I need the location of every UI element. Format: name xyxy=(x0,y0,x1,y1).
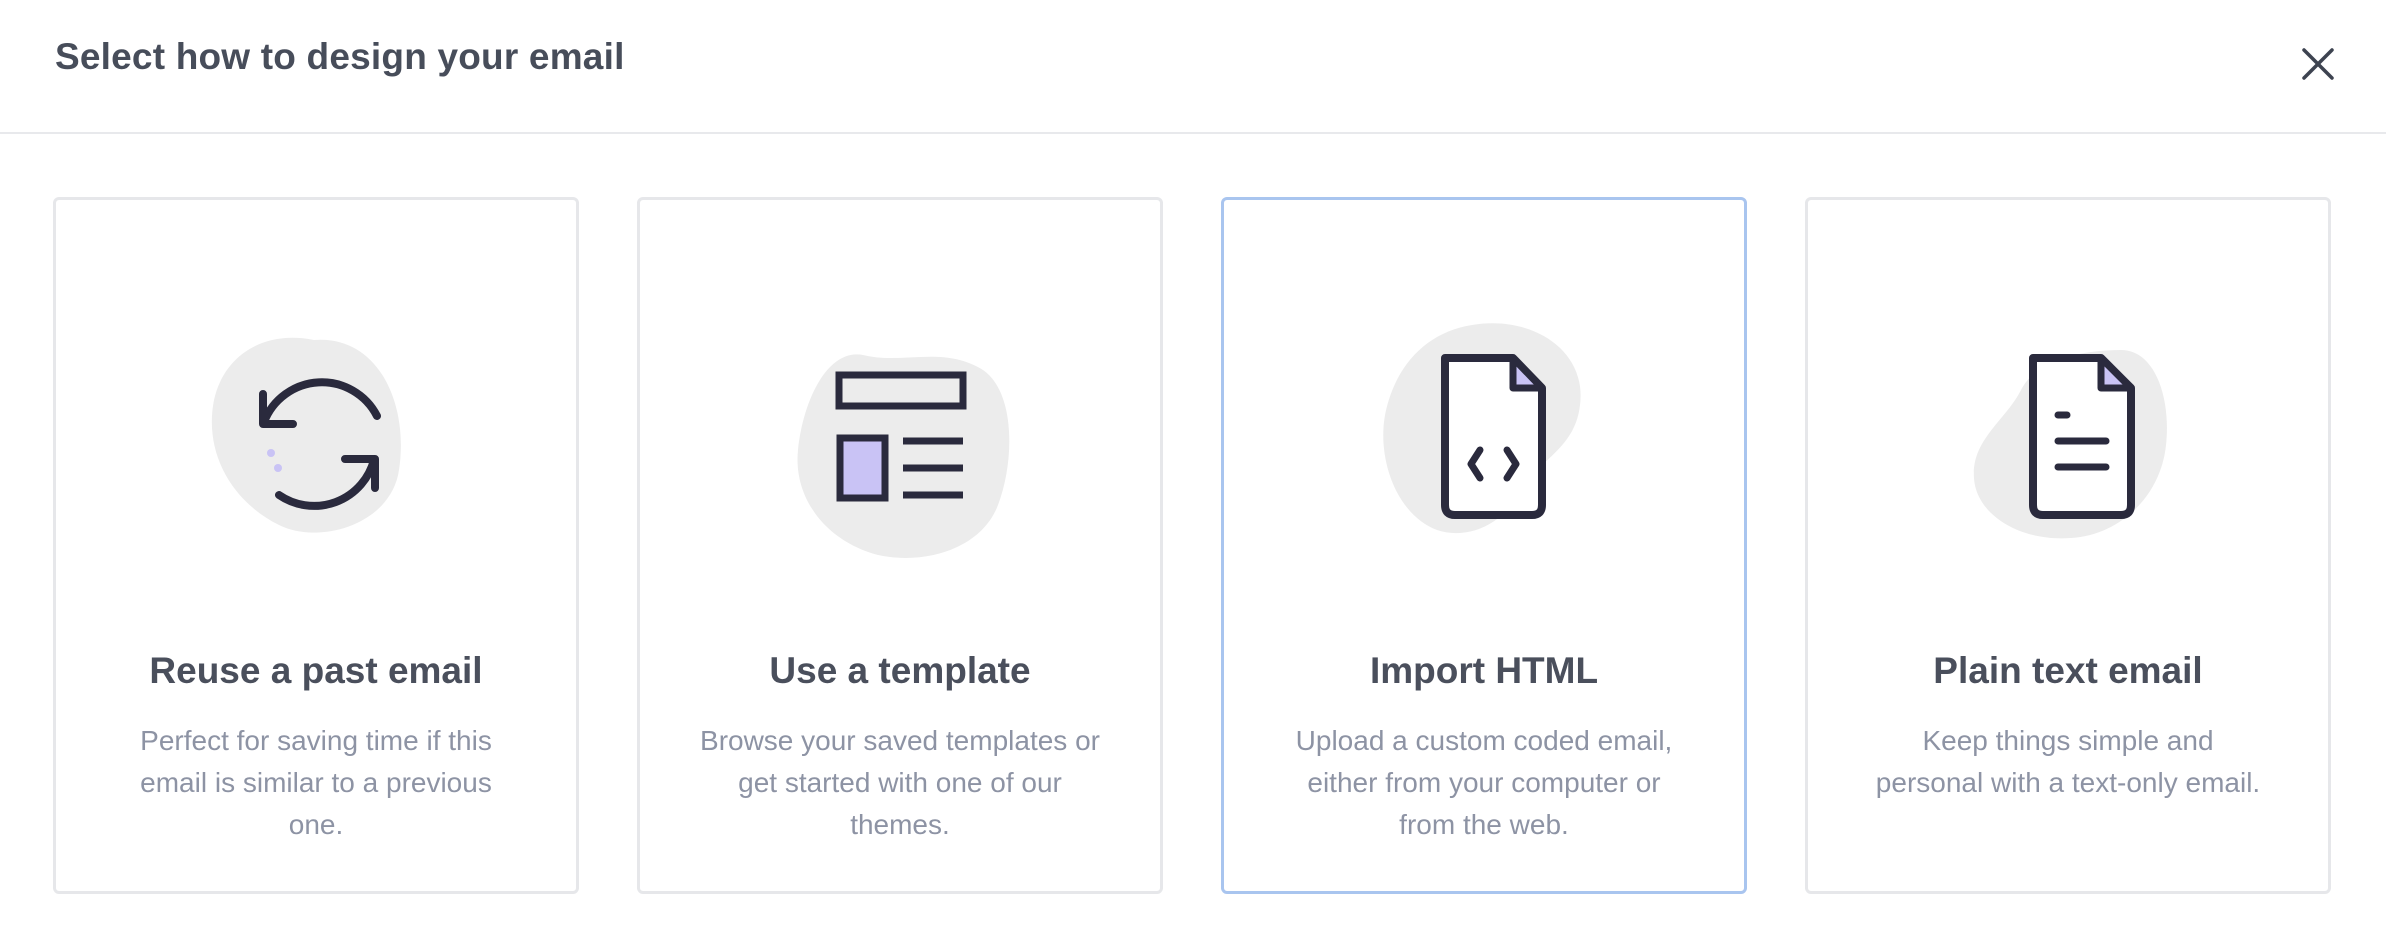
modal-header: Select how to design your email xyxy=(0,0,2386,134)
modal-title: Select how to design your email xyxy=(55,36,625,77)
option-card-import-html[interactable]: Import HTML Upload a custom coded email,… xyxy=(1221,197,1747,894)
option-card-reuse-past-email[interactable]: Reuse a past email Perfect for saving ti… xyxy=(53,197,579,894)
option-description: Browse your saved templates or get start… xyxy=(700,725,1100,840)
option-description: Perfect for saving time if this email is… xyxy=(140,725,492,840)
refresh-icon xyxy=(169,310,469,570)
close-button[interactable] xyxy=(2298,44,2338,84)
option-title: Plain text email xyxy=(1933,650,2203,691)
option-description: Upload a custom coded email, either from… xyxy=(1295,725,1673,840)
close-icon xyxy=(2302,48,2334,80)
template-layout-icon xyxy=(753,310,1053,570)
option-card-plain-text-email[interactable]: Plain text email Keep things simple and … xyxy=(1805,197,2331,894)
option-description: Keep things simple and personal with a t… xyxy=(1875,725,2261,798)
option-title: Reuse a past email xyxy=(149,650,483,691)
option-card-use-template[interactable]: Use a template Browse your saved templat… xyxy=(637,197,1163,894)
text-file-icon xyxy=(1921,310,2221,570)
option-title: Use a template xyxy=(769,650,1031,691)
design-email-modal: Select how to design your email Reuse a … xyxy=(0,0,2386,946)
code-file-icon xyxy=(1337,310,1637,570)
option-title: Import HTML xyxy=(1369,650,1599,691)
